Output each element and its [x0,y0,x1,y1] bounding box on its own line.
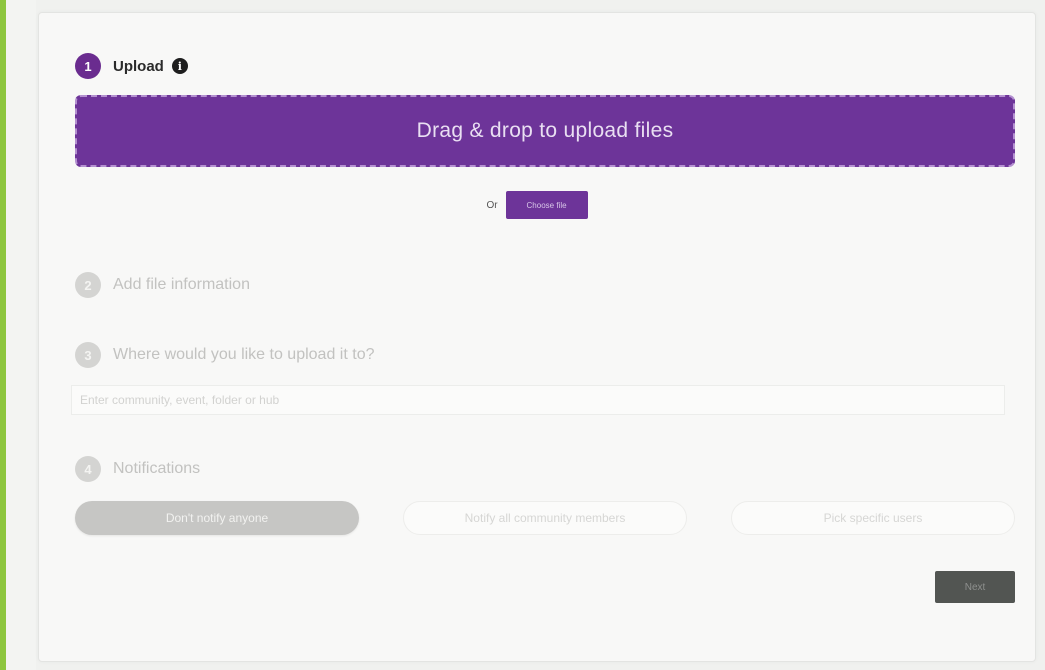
step-number-1: 1 [75,53,101,79]
left-gutter [6,0,36,670]
notification-options: Don't notify anyone Notify all community… [75,501,1015,535]
dropzone-label: Drag & drop to upload files [416,119,674,142]
notify-option-all-members[interactable]: Notify all community members [403,501,687,535]
info-icon[interactable]: i [171,58,188,74]
notify-option-specific-users[interactable]: Pick specific users [731,501,1015,535]
or-text: Or [486,199,498,211]
destination-input[interactable] [71,385,1005,415]
step-destination-header[interactable]: 3 Where would you like to upload it to? [75,342,374,368]
step-notifications-header[interactable]: 4 Notifications [75,456,200,482]
step-file-info-header[interactable]: 2 Add file information [75,272,250,298]
choose-file-button[interactable]: Choose file [505,191,588,219]
next-button[interactable]: Next [935,571,1015,603]
step-label-upload: Upload [113,57,164,75]
notify-option-none[interactable]: Don't notify anyone [75,501,359,535]
step-number-4: 4 [75,456,101,482]
step-label-file-info: Add file information [113,276,250,293]
upload-dropzone[interactable]: Drag & drop to upload files [75,95,1015,167]
step-label-destination: Where would you like to upload it to? [113,346,375,363]
step-number-2: 2 [75,272,101,298]
upload-wizard-card: 1 Upload i Drag & drop to upload files O… [38,12,1036,662]
step-upload-header[interactable]: 1 Upload i [75,53,188,79]
step-label-notifications: Notifications [113,460,201,477]
step-number-3: 3 [75,342,101,368]
choose-file-row: Or Choose file [39,191,1035,219]
